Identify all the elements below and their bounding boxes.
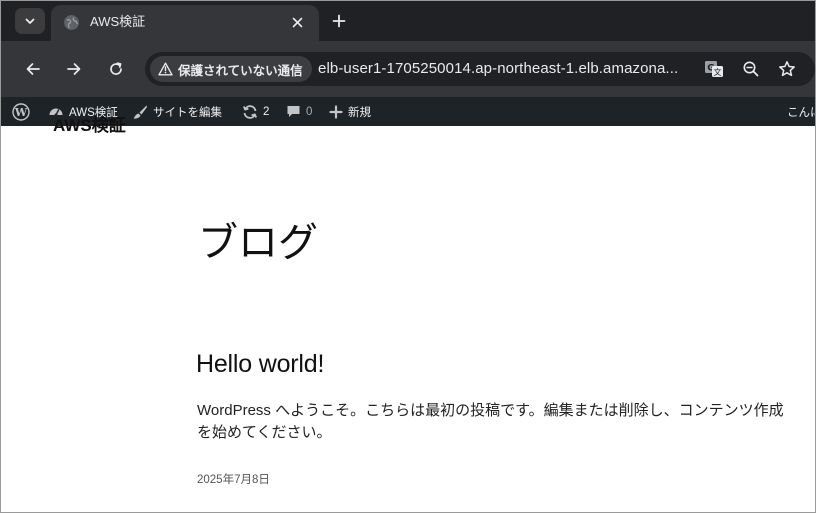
url-text[interactable]: elb-user1-1705250014.ap-northeast-1.elb.… bbox=[318, 60, 678, 78]
back-button[interactable] bbox=[21, 57, 45, 81]
comment-icon bbox=[287, 106, 300, 117]
warning-icon bbox=[158, 62, 173, 76]
browser-toolbar: 保護されていない通信 elb-user1-1705250014.ap-north… bbox=[1, 41, 815, 97]
reload-button[interactable] bbox=[104, 57, 128, 81]
edit-site-link[interactable]: サイトを編集 bbox=[132, 97, 222, 126]
tab-active[interactable]: AWS検証 bbox=[51, 5, 319, 41]
bookmark-button[interactable] bbox=[775, 57, 799, 81]
comments-count: 0 bbox=[306, 105, 313, 118]
tab-title: AWS検証 bbox=[90, 14, 146, 29]
svg-text:文: 文 bbox=[714, 67, 722, 77]
zoom-out-icon bbox=[743, 61, 759, 77]
post-title-link[interactable]: Hello world! bbox=[196, 348, 324, 380]
page-content: AWS検証 ブログ Hello world! WordPress へようこそ。こ… bbox=[1, 116, 815, 512]
reload-icon bbox=[110, 62, 122, 75]
new-tab-button[interactable] bbox=[327, 9, 351, 33]
plus-icon bbox=[329, 104, 343, 119]
close-icon bbox=[292, 17, 302, 27]
address-bar[interactable]: 保護されていない通信 elb-user1-1705250014.ap-north… bbox=[145, 52, 815, 86]
forward-button[interactable] bbox=[62, 57, 86, 81]
brush-icon bbox=[133, 105, 147, 119]
plus-icon bbox=[332, 14, 346, 28]
tab-strip: AWS検証 bbox=[1, 1, 815, 41]
post-excerpt: WordPress へようこそ。こちらは最初の投稿です。編集または削除し、コンテ… bbox=[197, 402, 784, 441]
greeting-label: こんに bbox=[787, 106, 815, 119]
translate-icon: G 文 bbox=[705, 61, 723, 77]
comments-link[interactable]: 0 bbox=[286, 97, 312, 126]
edit-site-label: サイトを編集 bbox=[153, 106, 222, 119]
my-account-menu[interactable]: こんに bbox=[787, 97, 815, 126]
zoom-button[interactable] bbox=[739, 57, 763, 81]
security-indicator[interactable]: 保護されていない通信 bbox=[150, 56, 312, 82]
translate-button[interactable]: G 文 bbox=[702, 57, 726, 81]
post-date[interactable]: 2025年7月8日 bbox=[197, 472, 270, 488]
new-label: 新規 bbox=[348, 106, 371, 119]
browser-window: AWS検証 保護されていない通信 elb-user1-1705250014.ap… bbox=[0, 0, 816, 513]
arrow-left-icon bbox=[26, 63, 40, 75]
updates-link[interactable]: 2 bbox=[242, 97, 269, 126]
svg-text:W: W bbox=[14, 106, 28, 119]
new-content-menu[interactable]: 新規 bbox=[329, 97, 371, 126]
wp-logo-menu[interactable]: W bbox=[12, 97, 30, 126]
star-icon bbox=[779, 61, 795, 77]
site-title[interactable]: AWS検証 bbox=[53, 116, 126, 136]
chevron-down-icon bbox=[25, 18, 35, 24]
security-label: 保護されていない通信 bbox=[178, 63, 303, 78]
page-heading: ブログ bbox=[198, 221, 318, 265]
wordpress-icon: W bbox=[12, 102, 30, 121]
updates-count: 2 bbox=[263, 105, 270, 118]
refresh-icon bbox=[242, 104, 258, 119]
tab-search-button[interactable] bbox=[15, 8, 45, 34]
globe-icon bbox=[64, 15, 79, 30]
tab-close-button[interactable] bbox=[287, 12, 307, 32]
arrow-right-icon bbox=[67, 63, 81, 75]
